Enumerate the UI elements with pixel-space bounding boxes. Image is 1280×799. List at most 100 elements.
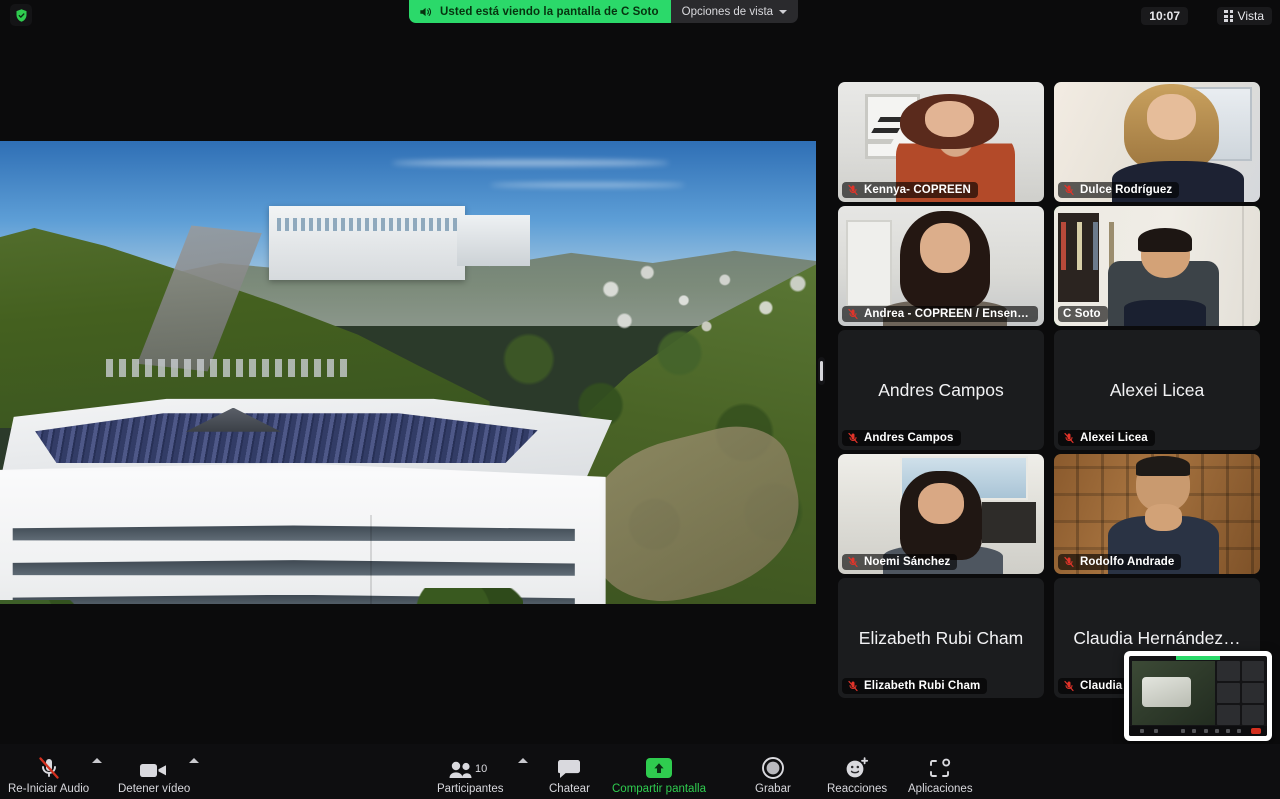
- grid-view-icon: [1224, 10, 1233, 22]
- mini-toolbar: [1129, 726, 1267, 736]
- mini-shared-screen: [1132, 661, 1215, 725]
- view-layout-button[interactable]: Vista: [1217, 7, 1272, 25]
- microphone-muted-icon: [847, 432, 859, 444]
- name-badge: Alexei Licea: [1058, 430, 1155, 447]
- participant-name: Andres Campos: [864, 432, 954, 444]
- participant-name: Rodolfo Andrade: [1080, 556, 1174, 568]
- screen-share-banner: Usted está viendo la pantalla de C Soto …: [409, 0, 798, 23]
- participant-name: Andrea - COPREEN / Ensenad…: [864, 308, 1031, 320]
- facade-corner: [370, 515, 372, 604]
- view-button-label: Vista: [1238, 9, 1264, 23]
- participant-tile-active-speaker[interactable]: C Soto: [1054, 206, 1260, 326]
- self-view-thumbnail[interactable]: [1124, 651, 1272, 741]
- view-options-label: Opciones de vista: [682, 6, 773, 18]
- person-hands: [1145, 504, 1182, 530]
- mini-share-banner: [1176, 656, 1220, 660]
- name-badge: Noemi Sánchez: [842, 554, 957, 571]
- participant-tile[interactable]: Andrea - COPREEN / Ensenad…: [838, 206, 1044, 326]
- top-bar: Usted está viendo la pantalla de C Soto …: [0, 0, 1280, 42]
- chevron-down-icon: [779, 10, 787, 14]
- doorway: [846, 220, 891, 306]
- share-screen-button[interactable]: Compartir pantalla: [612, 756, 706, 795]
- name-badge: Dulce Rodríguez: [1058, 182, 1179, 199]
- participant-placeholder-name: Andres Campos: [870, 380, 1011, 401]
- view-options-button[interactable]: Opciones de vista: [671, 0, 798, 23]
- share-status: Usted está viendo la pantalla de C Soto: [409, 0, 671, 23]
- share-status-text: Usted está viendo la pantalla de C Soto: [440, 6, 659, 18]
- shared-screen-stage[interactable]: [0, 42, 816, 744]
- video-label: Detener vídeo: [118, 783, 190, 795]
- background-building-2: [457, 215, 530, 266]
- participant-tile[interactable]: Elizabeth Rubi Cham Elizabeth Rubi Cham: [838, 578, 1044, 698]
- video-button[interactable]: Detener vídeo: [118, 756, 190, 795]
- person-face: [925, 101, 974, 137]
- video-chevron-up-icon[interactable]: [189, 758, 199, 763]
- name-badge: Elizabeth Rubi Cham: [842, 678, 987, 695]
- main-office-building: [0, 396, 612, 604]
- name-badge: C Soto: [1058, 306, 1108, 323]
- audio-chevron-up-icon[interactable]: [92, 758, 102, 763]
- cabinet: [982, 502, 1036, 543]
- parked-cars: [106, 359, 351, 378]
- record-label: Grabar: [755, 783, 791, 795]
- person-face: [918, 483, 963, 524]
- participant-name: Elizabeth Rubi Cham: [864, 680, 980, 692]
- share-screen-arrow-icon: [642, 756, 676, 780]
- name-badge: Andrea - COPREEN / Ensenad…: [842, 306, 1038, 323]
- bottom-toolbar: Re-Iniciar Audio Detener vídeo 10: [0, 744, 1280, 799]
- cloud: [490, 183, 686, 187]
- participant-tile[interactable]: Andres Campos Andres Campos: [838, 330, 1044, 450]
- participant-placeholder-name: Alexei Licea: [1102, 380, 1212, 401]
- participant-tile[interactable]: Kennya- COPREEN: [838, 82, 1044, 202]
- participant-tile[interactable]: Alexei Licea Alexei Licea: [1054, 330, 1260, 450]
- zoom-meeting-window: Usted está viendo la pantalla de C Soto …: [0, 0, 1280, 799]
- person-face: [920, 223, 969, 273]
- tree: [0, 600, 77, 604]
- reactions-button[interactable]: Reacciones: [827, 756, 887, 795]
- microphone-muted-icon: [847, 680, 859, 692]
- apps-label: Aplicaciones: [908, 783, 973, 795]
- cloud: [392, 160, 669, 166]
- chat-label: Chatear: [549, 783, 590, 795]
- name-badge: Andres Campos: [842, 430, 961, 447]
- tree: [396, 588, 523, 604]
- shield-check-icon: [10, 4, 32, 26]
- window-band: [1, 560, 587, 576]
- reactions-label: Reacciones: [827, 783, 887, 795]
- participant-tile[interactable]: Dulce Rodríguez: [1054, 82, 1260, 202]
- shared-screen-content: [0, 141, 816, 604]
- audio-button[interactable]: Re-Iniciar Audio: [8, 756, 89, 795]
- person-hair: [1138, 228, 1192, 252]
- participants-chevron-up-icon[interactable]: [518, 758, 528, 763]
- apps-icon: [928, 756, 952, 780]
- mini-participant-grid: [1217, 661, 1264, 725]
- resize-handle[interactable]: [818, 357, 825, 385]
- self-view-content: [1129, 656, 1267, 736]
- person-hair: [1136, 456, 1190, 475]
- smiley-plus-icon: [844, 756, 870, 780]
- share-screen-label: Compartir pantalla: [612, 783, 706, 795]
- camera-icon: [139, 756, 169, 780]
- participant-tile[interactable]: Rodolfo Andrade: [1054, 454, 1260, 574]
- participants-button[interactable]: 10 Participantes: [437, 756, 503, 795]
- name-badge: Rodolfo Andrade: [1058, 554, 1181, 571]
- microphone-muted-icon: [1063, 556, 1075, 568]
- name-badge: Kennya- COPREEN: [842, 182, 978, 199]
- record-button[interactable]: Grabar: [755, 756, 791, 795]
- participant-placeholder-name: Elizabeth Rubi Cham: [851, 628, 1031, 649]
- participant-tile[interactable]: Noemi Sánchez: [838, 454, 1044, 574]
- chat-bubble-icon: [556, 756, 582, 780]
- building-facade: [0, 463, 612, 604]
- participants-icon: 10: [448, 756, 492, 780]
- audio-label: Re-Iniciar Audio: [8, 783, 89, 795]
- microphone-muted-icon: [36, 756, 62, 780]
- microphone-muted-icon: [1063, 680, 1075, 692]
- bookshelf: [1058, 213, 1099, 302]
- chat-button[interactable]: Chatear: [549, 756, 590, 795]
- participant-name: Alexei Licea: [1080, 432, 1148, 444]
- speaker-icon: [418, 5, 432, 19]
- apps-button[interactable]: Aplicaciones: [908, 756, 973, 795]
- svg-text:10: 10: [475, 763, 487, 775]
- participant-strip: Kennya- COPREEN Dulce Rodríguez: [838, 82, 1260, 696]
- microphone-muted-icon: [847, 184, 859, 196]
